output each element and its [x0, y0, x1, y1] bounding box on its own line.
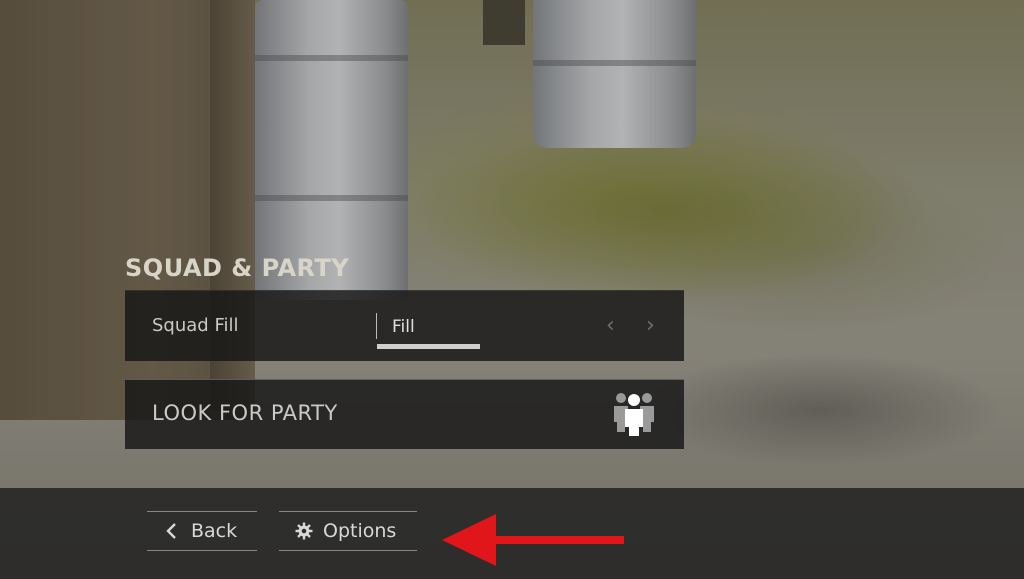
back-label: Back [191, 520, 238, 542]
red-pointer-arrow [442, 514, 624, 566]
squad-fill-value: Fill [392, 317, 415, 337]
look-for-party-label: LOOK FOR PARTY [152, 401, 338, 425]
options-button[interactable]: Options [279, 511, 417, 551]
chevron-right-icon[interactable]: › [646, 313, 655, 338]
chevron-left-icon [166, 523, 176, 539]
squad-fill-row[interactable]: Squad Fill Fill ‹ › [125, 290, 684, 361]
party-members-icon[interactable] [612, 388, 656, 436]
chevron-left-icon[interactable]: ‹ [606, 313, 615, 338]
section-title: SQUAD & PARTY [125, 254, 350, 282]
divider [376, 313, 377, 339]
options-label: Options [323, 520, 397, 542]
value-indicator-bar [377, 344, 480, 349]
back-button[interactable]: Back [147, 511, 257, 551]
gear-icon [295, 522, 313, 540]
look-for-party-row[interactable]: LOOK FOR PARTY [125, 379, 684, 449]
squad-fill-label: Squad Fill [152, 315, 239, 336]
